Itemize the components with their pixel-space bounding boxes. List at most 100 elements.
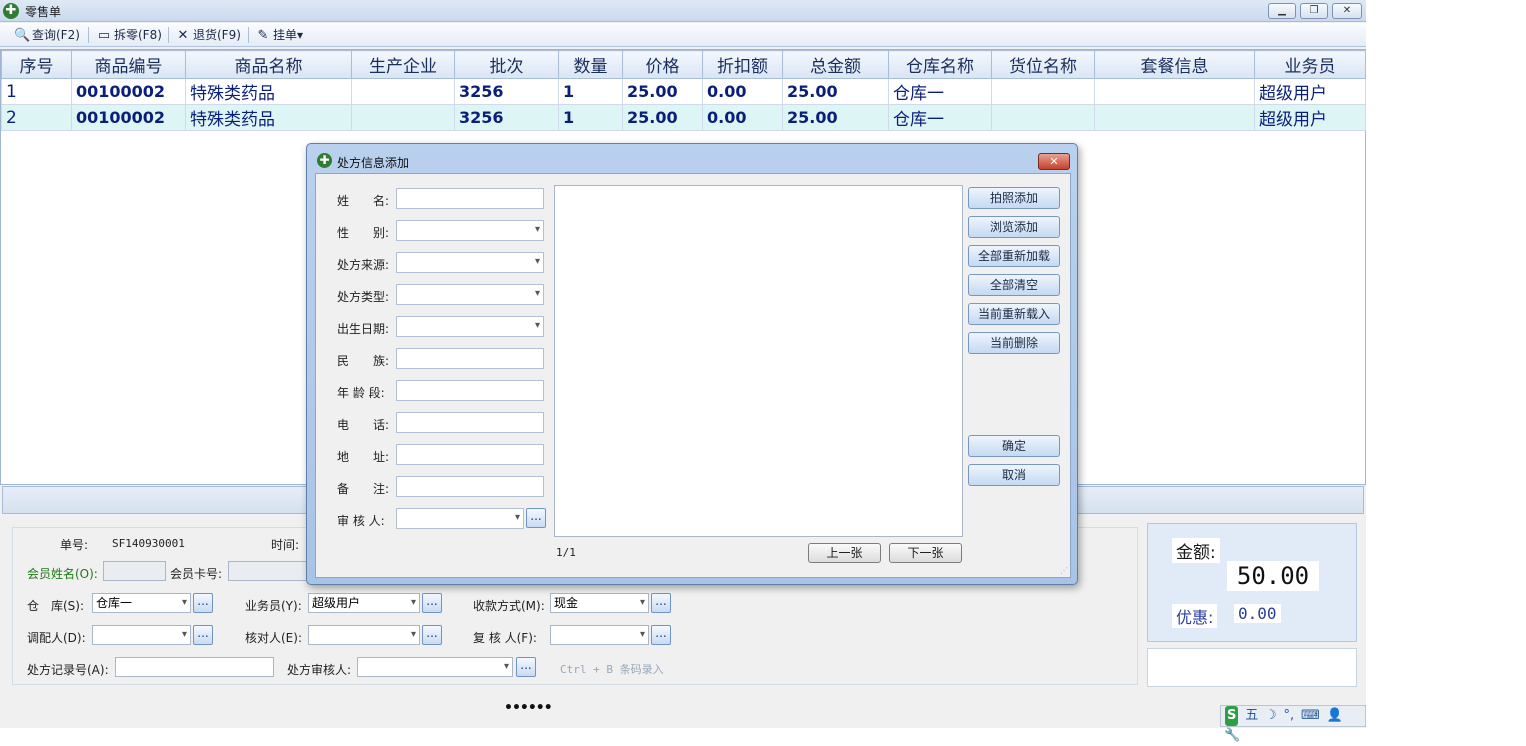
col-header-salesman[interactable]: 业务员 xyxy=(1254,50,1366,79)
hold-button[interactable]: ✎ 挂单▾ xyxy=(255,26,303,44)
cell-discount[interactable]: 0.00 xyxy=(702,104,783,131)
cell-batch[interactable]: 3256 xyxy=(454,78,559,105)
auditor-select[interactable] xyxy=(396,508,524,529)
reviewer-select[interactable] xyxy=(550,625,649,645)
checker-select[interactable] xyxy=(308,625,420,645)
table-row[interactable]: 2 00100002 特殊类药品 3256 1 25.00 0.00 25.00… xyxy=(1,104,1366,131)
checker-more-button[interactable]: ... xyxy=(422,625,442,645)
age-group-field[interactable] xyxy=(396,380,544,401)
next-image-button[interactable]: 下一张 xyxy=(889,543,962,563)
col-header-maker[interactable]: 生产企业 xyxy=(351,50,455,79)
minimize-button[interactable]: ▁ xyxy=(1268,3,1296,19)
payment-select[interactable]: 现金 xyxy=(550,593,649,613)
keyboard-icon[interactable]: ⌨ xyxy=(1301,706,1320,726)
user-icon[interactable]: 👤 xyxy=(1327,706,1343,726)
col-header-package[interactable]: 套餐信息 xyxy=(1094,50,1255,79)
col-header-location[interactable]: 货位名称 xyxy=(991,50,1095,79)
gender-select[interactable] xyxy=(396,220,544,241)
col-header-seq[interactable]: 序号 xyxy=(1,50,72,79)
cell-package[interactable] xyxy=(1094,78,1255,105)
dialog-close-button[interactable]: ✕ xyxy=(1038,153,1070,170)
wubi-icon[interactable]: 五 xyxy=(1245,706,1258,726)
ime-tray: S 五 ☽ °, ⌨ 👤 🔧 xyxy=(1220,705,1366,743)
reload-current-button[interactable]: 当前重新载入 xyxy=(968,303,1060,325)
cell-code[interactable]: 00100002 xyxy=(71,78,186,105)
member-name-field[interactable] xyxy=(103,561,166,581)
cell-code[interactable]: 00100002 xyxy=(71,104,186,131)
phone-field[interactable] xyxy=(396,412,544,433)
browse-add-button[interactable]: 浏览添加 xyxy=(968,216,1060,238)
rx-type-select[interactable] xyxy=(396,284,544,305)
cell-maker[interactable] xyxy=(351,104,455,131)
clear-all-button[interactable]: 全部清空 xyxy=(968,274,1060,296)
amount-input-box[interactable] xyxy=(1147,648,1357,687)
cell-salesman[interactable]: 超级用户 xyxy=(1254,104,1366,131)
col-header-name[interactable]: 商品名称 xyxy=(185,50,352,79)
name-field[interactable] xyxy=(396,188,544,209)
wrench-icon[interactable]: 🔧 xyxy=(1224,726,1240,746)
payment-more-button[interactable]: ... xyxy=(651,593,671,613)
ethnicity-field[interactable] xyxy=(396,348,544,369)
photo-add-button[interactable]: 拍照添加 xyxy=(968,187,1060,209)
delete-current-button[interactable]: 当前删除 xyxy=(968,332,1060,354)
cell-discount[interactable]: 0.00 xyxy=(702,78,783,105)
cell-name[interactable]: 特殊类药品 xyxy=(185,104,352,131)
cell-qty[interactable]: 1 xyxy=(558,78,623,105)
prev-image-button[interactable]: 上一张 xyxy=(808,543,881,563)
dispenser-select[interactable] xyxy=(92,625,191,645)
col-header-batch[interactable]: 批次 xyxy=(454,50,559,79)
reviewer-more-button[interactable]: ... xyxy=(651,625,671,645)
close-button[interactable]: ✕ xyxy=(1332,3,1362,19)
punctuation-icon[interactable]: °, xyxy=(1284,706,1295,726)
reload-all-button[interactable]: 全部重新加载 xyxy=(968,245,1060,267)
table-row[interactable]: 1 00100002 特殊类药品 3256 1 25.00 0.00 25.00… xyxy=(1,78,1366,105)
cell-price[interactable]: 25.00 xyxy=(622,78,703,105)
birth-date-picker[interactable] xyxy=(396,316,544,337)
cell-warehouse[interactable]: 仓库一 xyxy=(888,78,992,105)
col-header-code[interactable]: 商品编号 xyxy=(71,50,186,79)
cell-salesman[interactable]: 超级用户 xyxy=(1254,78,1366,105)
warehouse-more-button[interactable]: ... xyxy=(193,593,213,613)
resize-grip-icon[interactable]: ⋰ xyxy=(1060,566,1068,575)
return-button[interactable]: ✕ 退货(F9) xyxy=(175,26,241,44)
split-button[interactable]: ▭ 拆零(F8) xyxy=(96,26,162,44)
col-header-qty[interactable]: 数量 xyxy=(558,50,623,79)
cell-total[interactable]: 25.00 xyxy=(782,78,889,105)
cell-package[interactable] xyxy=(1094,104,1255,131)
remark-field[interactable] xyxy=(396,476,544,497)
cancel-button[interactable]: 取消 xyxy=(968,464,1060,486)
cell-qty[interactable]: 1 xyxy=(558,104,623,131)
dialog-title: 处方信息添加 xyxy=(337,156,410,170)
dispenser-more-button[interactable]: ... xyxy=(193,625,213,645)
cell-location[interactable] xyxy=(991,104,1095,131)
member-card-field[interactable] xyxy=(228,561,308,581)
cell-price[interactable]: 25.00 xyxy=(622,104,703,131)
salesman-more-button[interactable]: ... xyxy=(422,593,442,613)
query-button[interactable]: 🔍 查询(F2) xyxy=(14,26,80,44)
rx-reviewer-select[interactable] xyxy=(357,657,513,677)
col-header-total[interactable]: 总金额 xyxy=(782,50,889,79)
col-header-discount[interactable]: 折扣额 xyxy=(702,50,783,79)
cell-seq[interactable]: 1 xyxy=(1,78,72,105)
restore-button[interactable]: ❐ xyxy=(1300,3,1328,19)
col-header-price[interactable]: 价格 xyxy=(622,50,703,79)
rx-reviewer-more-button[interactable]: ... xyxy=(516,657,536,677)
confirm-button[interactable]: 确定 xyxy=(968,435,1060,457)
warehouse-select[interactable]: 仓库一 xyxy=(92,593,191,613)
cell-warehouse[interactable]: 仓库一 xyxy=(888,104,992,131)
cell-batch[interactable]: 3256 xyxy=(454,104,559,131)
cell-total[interactable]: 25.00 xyxy=(782,104,889,131)
cell-maker[interactable] xyxy=(351,78,455,105)
cell-location[interactable] xyxy=(991,78,1095,105)
cell-seq[interactable]: 2 xyxy=(1,104,72,131)
address-field[interactable] xyxy=(396,444,544,465)
salesman-select[interactable]: 超级用户 xyxy=(308,593,420,613)
col-header-warehouse[interactable]: 仓库名称 xyxy=(888,50,992,79)
cell-name[interactable]: 特殊类药品 xyxy=(185,78,352,105)
image-preview[interactable] xyxy=(554,185,963,537)
moon-icon[interactable]: ☽ xyxy=(1265,706,1277,726)
rx-record-field[interactable] xyxy=(115,657,274,677)
sogou-icon[interactable]: S xyxy=(1225,706,1239,726)
auditor-more-button[interactable]: ... xyxy=(526,508,546,528)
rx-source-select[interactable] xyxy=(396,252,544,273)
